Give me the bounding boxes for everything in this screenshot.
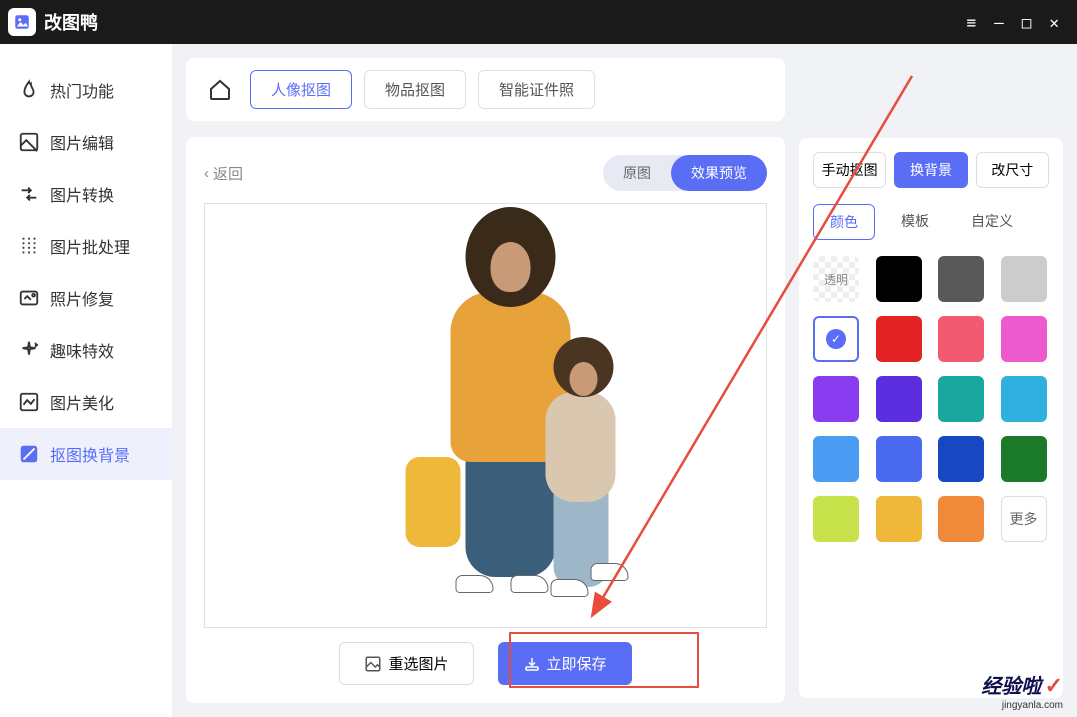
more-swatch[interactable]: 更多	[1001, 496, 1047, 542]
toggle-original[interactable]: 原图	[603, 155, 671, 191]
subtab-template[interactable]: 模板	[885, 204, 945, 240]
top-tabs: 人像抠图 物品抠图 智能证件照	[186, 58, 785, 121]
color-swatch[interactable]	[1001, 316, 1047, 362]
mode-row: 手动抠图 换背景 改尺寸	[813, 152, 1049, 188]
tab-idphoto[interactable]: 智能证件照	[478, 70, 595, 109]
sidebar-item-convert[interactable]: 图片转换	[0, 168, 172, 220]
sidebar-item-effects[interactable]: 趣味特效	[0, 324, 172, 376]
close-icon[interactable]: ✕	[1049, 13, 1059, 32]
subtab-custom[interactable]: 自定义	[955, 204, 1029, 240]
flame-icon	[18, 79, 40, 101]
repair-icon	[18, 287, 40, 309]
sidebar-item-label: 趣味特效	[50, 338, 114, 362]
color-swatch[interactable]	[1001, 256, 1047, 302]
title-bar: 改图鸭 ≡ — □ ✕	[0, 0, 1077, 44]
color-swatch[interactable]	[938, 256, 984, 302]
bottom-actions: 重选图片 立即保存	[204, 628, 767, 685]
mode-manual[interactable]: 手动抠图	[813, 152, 886, 188]
color-swatch[interactable]	[938, 496, 984, 542]
app-title: 改图鸭	[44, 9, 966, 35]
watermark-site: jingyanla.com	[1002, 700, 1063, 711]
watermark-brand: 经验啦	[981, 676, 1041, 698]
subtab-color[interactable]: 颜色	[813, 204, 875, 240]
download-icon	[523, 655, 541, 673]
tab-object[interactable]: 物品抠图	[364, 70, 466, 109]
sidebar-item-beautify[interactable]: 图片美化	[0, 376, 172, 428]
sidebar-item-label: 图片编辑	[50, 130, 114, 154]
swatch-grid: 透明 ✓ 更多	[813, 256, 1049, 542]
image-icon	[364, 655, 382, 673]
save-button[interactable]: 立即保存	[498, 642, 632, 685]
check-icon: ✓	[826, 329, 846, 349]
color-swatch[interactable]	[876, 496, 922, 542]
sidebar-item-label: 图片转换	[50, 182, 114, 206]
sidebar-item-label: 抠图换背景	[50, 442, 130, 466]
back-label: 返回	[213, 163, 243, 184]
reselect-button[interactable]: 重选图片	[339, 642, 473, 685]
color-swatch[interactable]	[813, 496, 859, 542]
sidebar-item-label: 热门功能	[50, 78, 114, 102]
batch-icon	[18, 235, 40, 257]
tab-portrait[interactable]: 人像抠图	[250, 70, 352, 109]
reselect-label: 重选图片	[388, 653, 448, 674]
toggle-result[interactable]: 效果预览	[671, 155, 767, 191]
check-mark-icon: ✓	[1045, 673, 1063, 698]
sub-tabs: 颜色 模板 自定义	[813, 204, 1049, 240]
preview-header: ‹ 返回 原图 效果预览	[204, 155, 767, 191]
color-swatch[interactable]: 透明	[813, 256, 859, 302]
beautify-icon	[18, 391, 40, 413]
effects-icon	[18, 339, 40, 361]
color-swatch[interactable]	[938, 376, 984, 422]
sidebar: 热门功能 图片编辑 图片转换 图片批处理 照片修复 趣味特效 图片美化 抠图换	[0, 44, 172, 717]
convert-icon	[18, 183, 40, 205]
home-icon	[208, 78, 232, 102]
color-swatch[interactable]	[1001, 436, 1047, 482]
sidebar-item-edit[interactable]: 图片编辑	[0, 116, 172, 168]
preview-panel: ‹ 返回 原图 效果预览	[186, 137, 785, 703]
right-panel: 手动抠图 换背景 改尺寸 颜色 模板 自定义 透明 ✓ 更多	[799, 138, 1063, 698]
sidebar-item-label: 图片批处理	[50, 234, 130, 258]
sidebar-item-label: 照片修复	[50, 286, 114, 310]
window-controls: ≡ — □ ✕	[966, 13, 1069, 32]
watermark: 经验啦 ✓ jingyanla.com	[981, 674, 1063, 711]
color-swatch[interactable]	[876, 376, 922, 422]
mode-resize[interactable]: 改尺寸	[976, 152, 1049, 188]
sidebar-item-hot[interactable]: 热门功能	[0, 64, 172, 116]
color-swatch[interactable]	[938, 316, 984, 362]
menu-icon[interactable]: ≡	[966, 13, 976, 32]
cutout-icon	[18, 443, 40, 465]
back-button[interactable]: ‹ 返回	[204, 163, 243, 184]
color-swatch[interactable]	[1001, 376, 1047, 422]
sidebar-item-batch[interactable]: 图片批处理	[0, 220, 172, 272]
color-swatch[interactable]	[813, 376, 859, 422]
maximize-icon[interactable]: □	[1022, 13, 1032, 32]
app-logo	[8, 8, 36, 36]
color-swatch[interactable]: ✓	[813, 316, 859, 362]
color-swatch[interactable]	[876, 316, 922, 362]
color-swatch[interactable]	[876, 256, 922, 302]
image-edit-icon	[18, 131, 40, 153]
main-area: 人像抠图 物品抠图 智能证件照 ‹ 返回 原图 效果预览	[172, 44, 1077, 717]
preview-toggle: 原图 效果预览	[603, 155, 767, 191]
home-button[interactable]	[202, 72, 238, 108]
mode-background[interactable]: 换背景	[894, 152, 967, 188]
cutout-image	[405, 207, 635, 607]
sidebar-item-repair[interactable]: 照片修复	[0, 272, 172, 324]
minimize-icon[interactable]: —	[994, 13, 1004, 32]
sidebar-item-label: 图片美化	[50, 390, 114, 414]
sidebar-item-cutout[interactable]: 抠图换背景	[0, 428, 172, 480]
chevron-left-icon: ‹	[204, 165, 209, 182]
color-swatch[interactable]	[938, 436, 984, 482]
color-swatch[interactable]	[813, 436, 859, 482]
color-swatch[interactable]	[876, 436, 922, 482]
app-logo-icon	[13, 13, 31, 31]
save-label: 立即保存	[547, 653, 607, 674]
center-column: 人像抠图 物品抠图 智能证件照 ‹ 返回 原图 效果预览	[186, 58, 785, 703]
preview-canvas[interactable]	[204, 203, 767, 628]
